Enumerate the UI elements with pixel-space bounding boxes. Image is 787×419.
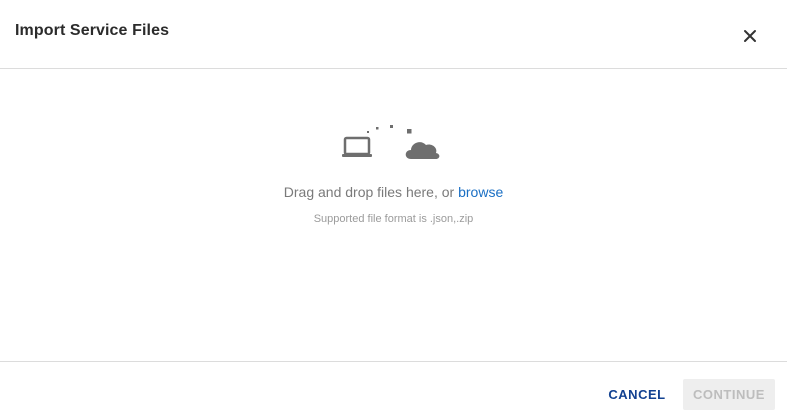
dialog-footer: CANCEL CONTINUE bbox=[0, 361, 787, 419]
close-button[interactable] bbox=[738, 24, 762, 48]
cancel-button[interactable]: CANCEL bbox=[600, 379, 674, 409]
supported-format-hint: Supported file format is .json,.zip bbox=[313, 213, 474, 225]
continue-button[interactable]: CONTINUE bbox=[683, 379, 775, 410]
file-drop-zone[interactable]: Drag and drop files here, or browse Supp… bbox=[0, 70, 787, 360]
browse-link[interactable]: browse bbox=[458, 184, 503, 200]
dialog-header: Import Service Files bbox=[0, 0, 787, 69]
drop-instructions-text: Drag and drop files here, or bbox=[283, 184, 459, 200]
cloud-icon bbox=[405, 142, 440, 159]
dialog-title: Import Service Files bbox=[15, 22, 170, 39]
laptop-icon bbox=[342, 136, 372, 157]
transfer-dots bbox=[367, 125, 412, 134]
upload-illustration bbox=[342, 125, 440, 159]
drop-instructions: Drag and drop files here, or browse bbox=[0, 184, 787, 200]
close-icon bbox=[744, 30, 756, 42]
import-service-files-dialog: Import Service Files Drag and drop files bbox=[0, 0, 787, 419]
